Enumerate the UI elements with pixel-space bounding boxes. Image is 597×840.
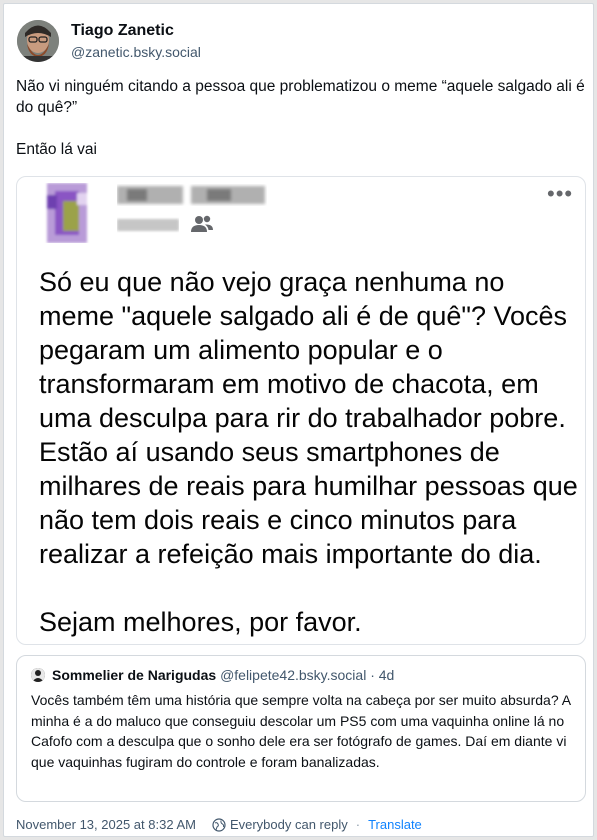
globe-reply-icon: [212, 817, 226, 832]
quote-header: Sommelier de Narigudas @felipete42.bsky.…: [52, 667, 394, 683]
quote-text: Vocês também têm uma história que sempre…: [31, 692, 571, 770]
quote-author-name[interactable]: Sommelier de Narigudas: [52, 667, 216, 683]
post-footer: November 13, 2025 at 8:32 AM Everybody c…: [16, 817, 422, 832]
more-horizontal-icon[interactable]: •••: [547, 181, 573, 207]
post-text-paragraph: Não vi ninguém citando a pessoa que prob…: [16, 78, 585, 116]
blurred-avatar-icon: [47, 183, 87, 243]
screenshot-text: Só eu que não vejo graça nenhuma no meme…: [39, 265, 579, 639]
quoted-post[interactable]: Sommelier de Narigudas @felipete42.bsky.…: [16, 655, 586, 802]
screenshot-paragraph: Sejam melhores, por favor.: [39, 607, 362, 637]
screenshot-paragraph: Só eu que não vejo graça nenhuma no meme…: [39, 267, 578, 569]
quote-author-avatar[interactable]: [31, 668, 45, 682]
footer-separator: ·: [355, 817, 361, 832]
embedded-screenshot[interactable]: ••• Só eu que não vejo graça nenhuma no …: [16, 176, 586, 645]
people-icon: [191, 215, 213, 232]
author-handle[interactable]: @zanetic.bsky.social: [71, 44, 201, 60]
quote-age: 4d: [378, 667, 395, 683]
quote-separator: ·: [370, 667, 375, 683]
post-timestamp[interactable]: November 13, 2025 at 8:32 AM: [16, 817, 196, 832]
blurred-name: [117, 186, 265, 204]
post-card: Tiago Zanetic @zanetic.bsky.social Não v…: [3, 3, 594, 837]
quote-author-handle[interactable]: @felipete42.bsky.social: [220, 667, 366, 683]
post-text-paragraph: Então lá vai: [16, 141, 97, 158]
author-name[interactable]: Tiago Zanetic: [71, 22, 174, 40]
blurred-meta: [117, 219, 179, 231]
reply-setting[interactable]: Everybody can reply: [230, 817, 348, 832]
translate-link[interactable]: Translate: [368, 817, 422, 832]
post-body: Não vi ninguém citando a pessoa que prob…: [16, 76, 586, 160]
author-avatar[interactable]: [17, 20, 59, 62]
